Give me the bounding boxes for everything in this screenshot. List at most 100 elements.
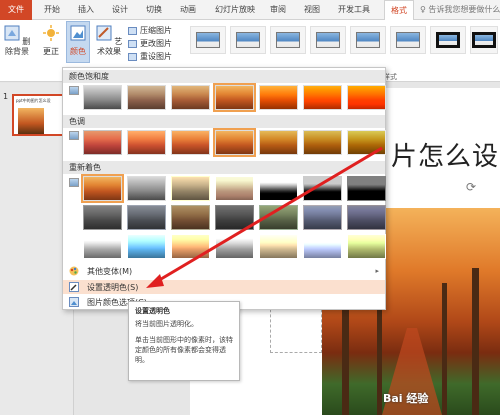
set-transparent-color-icon	[69, 282, 79, 292]
saturation-swatches	[83, 83, 386, 112]
tone-3[interactable]	[171, 130, 210, 155]
recolor-light-2[interactable]	[127, 234, 166, 259]
saturation-header: 颜色饱和度	[63, 70, 385, 83]
compress-icon	[128, 26, 137, 35]
saturation-preview-icon	[69, 86, 79, 95]
tab-developer[interactable]: 开发工具	[334, 0, 374, 20]
picture-style-4[interactable]	[310, 26, 346, 54]
tab-file[interactable]: 文件	[0, 0, 32, 20]
color-dropdown-menu: 颜色饱和度 色调 重新着色 其他变体(M) ▸ 设置透明色(S) 图片颜色选项(…	[62, 67, 386, 310]
tab-insert[interactable]: 插入	[74, 0, 98, 20]
tooltip-line-1: 将当前图片透明化。	[135, 320, 198, 328]
tone-5[interactable]	[259, 130, 298, 155]
change-picture-button[interactable]: 更改图片	[128, 37, 172, 50]
artistic-effects-icon	[96, 25, 112, 41]
corrections-button[interactable]: 更正	[40, 25, 62, 57]
recolor-light-7[interactable]	[347, 234, 386, 259]
recolor-row-3	[83, 234, 386, 259]
tab-design[interactable]: 设计	[108, 0, 132, 20]
recolor-bw-50[interactable]	[303, 176, 342, 201]
saturation-400[interactable]	[347, 85, 386, 110]
ribbon-tab-bar: 文件 开始 插入 设计 切换 动画 幻灯片放映 审阅 视图 开发工具 格式 ♀ …	[0, 0, 500, 21]
recolor-light-6[interactable]	[303, 234, 342, 259]
recolor-dark-7[interactable]	[347, 205, 386, 230]
recolor-header: 重新着色	[63, 161, 385, 174]
set-transparent-tooltip: 设置透明色 将当前图片透明化。 单击当前图形中的像素时，该特定颜色的所有像素都会…	[128, 301, 240, 381]
recolor-none[interactable]	[81, 174, 124, 203]
recolor-dark-4[interactable]	[215, 205, 254, 230]
picture-style-1[interactable]	[190, 26, 226, 54]
tab-transitions[interactable]: 切换	[142, 0, 166, 20]
tab-home[interactable]: 开始	[40, 0, 64, 20]
thumbnail-image	[18, 108, 44, 134]
lightbulb-icon: ♀	[420, 5, 426, 14]
tab-slideshow[interactable]: 幻灯片放映	[210, 0, 260, 20]
picture-color-icon	[70, 25, 86, 41]
recolor-light-5[interactable]	[259, 234, 298, 259]
compress-label: 压缩图片	[140, 26, 172, 35]
tab-animations[interactable]: 动画	[176, 0, 200, 20]
tell-me-search[interactable]: ♀ 告诉我您想要做什么	[420, 0, 500, 20]
picture-style-7[interactable]	[430, 26, 466, 54]
recolor-bw-25[interactable]	[259, 176, 298, 201]
recolor-preview-icon	[69, 178, 79, 187]
tone-2[interactable]	[127, 130, 166, 155]
adjust-small-buttons: 压缩图片 更改图片 重设图片	[128, 24, 172, 63]
tab-view[interactable]: 视图	[300, 0, 324, 20]
corrections-label: 更正	[43, 47, 59, 56]
recolor-light-4[interactable]	[215, 234, 254, 259]
compress-pictures-button[interactable]: 压缩图片	[128, 24, 172, 37]
recolor-washout[interactable]	[215, 176, 254, 201]
tooltip-line-2: 单击当前图形中的像素时，该特定颜色的所有像素都会变得透明。	[135, 336, 233, 364]
saturation-33[interactable]	[127, 85, 166, 110]
tab-format[interactable]: 格式	[384, 0, 414, 21]
recolor-light-3[interactable]	[171, 234, 210, 259]
more-variations-item[interactable]: 其他变体(M) ▸	[63, 264, 385, 278]
saturation-200[interactable]	[259, 85, 298, 110]
tone-6[interactable]	[303, 130, 342, 155]
recolor-dark-1[interactable]	[83, 205, 122, 230]
rotate-handle-icon[interactable]: ⟳	[466, 180, 476, 194]
tone-swatches	[83, 128, 386, 157]
tooltip-title: 设置透明色	[135, 307, 170, 315]
palette-icon	[69, 266, 79, 276]
slide-number: 1	[3, 92, 9, 101]
change-picture-icon	[128, 39, 137, 48]
saturation-300[interactable]	[303, 85, 342, 110]
saturation-100[interactable]	[213, 83, 256, 112]
recolor-grayscale[interactable]	[127, 176, 166, 201]
recolor-light-1[interactable]	[83, 234, 122, 259]
tell-me-text: 告诉我您想要做什么	[428, 5, 500, 14]
baidu-watermark: Bai 经验	[383, 392, 429, 405]
recolor-dark-3[interactable]	[171, 205, 210, 230]
tab-review[interactable]: 审阅	[266, 0, 290, 20]
recolor-dark-6[interactable]	[303, 205, 342, 230]
picture-style-3[interactable]	[270, 26, 306, 54]
recolor-row-1	[81, 174, 386, 203]
recolor-dark-2[interactable]	[127, 205, 166, 230]
sun-icon	[43, 25, 59, 41]
picture-style-2[interactable]	[230, 26, 266, 54]
saturation-66[interactable]	[171, 85, 210, 110]
thumbnail-title: ppt中的图片怎么设	[16, 98, 51, 103]
picture-style-5[interactable]	[350, 26, 386, 54]
picture-style-8[interactable]	[470, 26, 498, 54]
saturation-0[interactable]	[83, 85, 122, 110]
slide-title[interactable]: 片怎么设	[391, 136, 499, 173]
reset-picture-icon	[128, 52, 137, 61]
tone-7[interactable]	[347, 130, 386, 155]
set-transparent-color-item[interactable]: 设置透明色(S)	[63, 280, 385, 294]
remove-background-button[interactable]: 删除背景	[2, 25, 32, 57]
reset-picture-button[interactable]: 重设图片	[128, 50, 172, 63]
picture-styles-gallery	[190, 26, 500, 60]
set-transparent-color-label: 设置透明色(S)	[87, 282, 139, 292]
tone-1[interactable]	[83, 130, 122, 155]
recolor-sepia[interactable]	[171, 176, 210, 201]
recolor-dark-5[interactable]	[259, 205, 298, 230]
picture-style-6[interactable]	[390, 26, 426, 54]
tone-4[interactable]	[213, 128, 256, 157]
color-button[interactable]: 颜色	[66, 21, 90, 63]
submenu-arrow-icon: ▸	[375, 267, 379, 275]
artistic-effects-button[interactable]: 艺术效果	[94, 25, 124, 57]
recolor-bw-75[interactable]	[347, 176, 386, 201]
